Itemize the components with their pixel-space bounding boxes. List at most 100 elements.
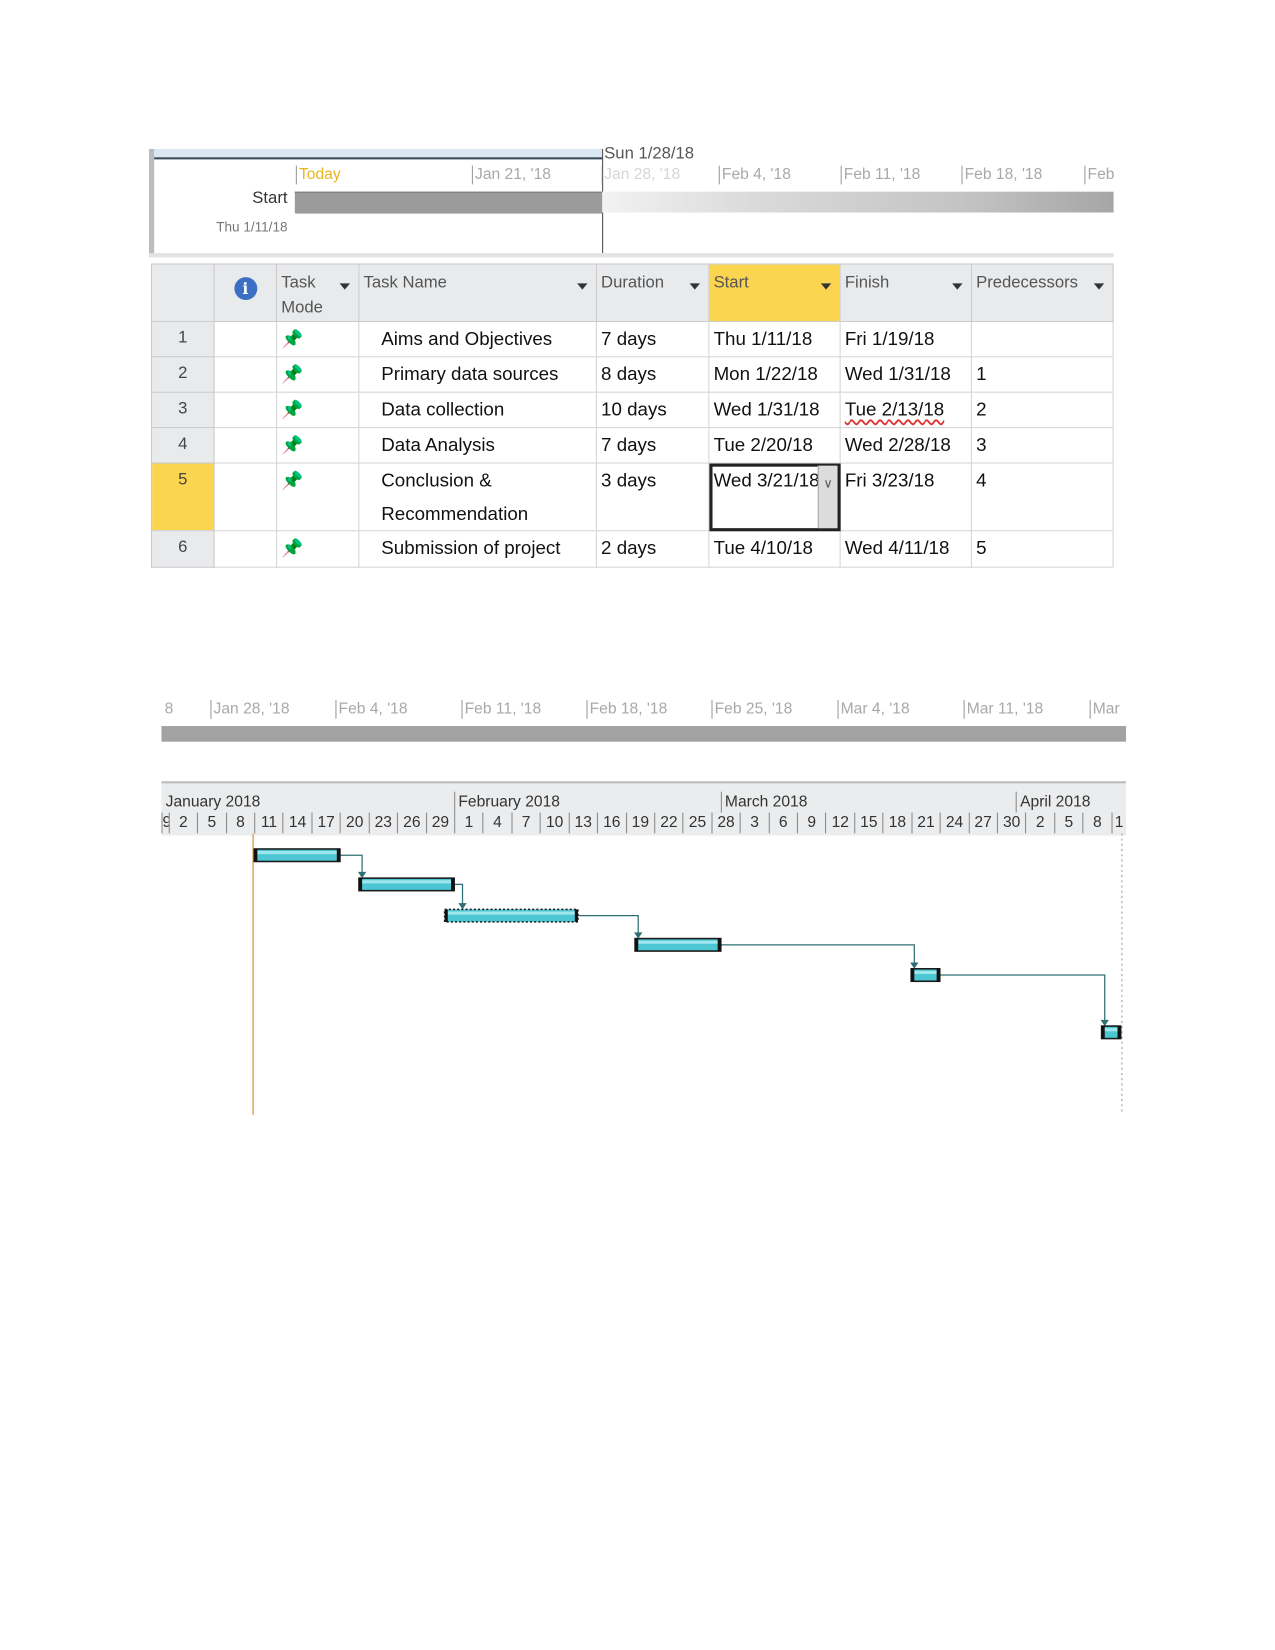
table-row[interactable]: 1 📌 Aims and Objectives 7 days Thu 1/11/18 Fr…	[151, 320, 1114, 358]
indicator-cell[interactable]	[213, 462, 278, 532]
day-tick: 4	[482, 812, 512, 834]
row-number[interactable]: 5	[151, 462, 215, 532]
task-name-cell[interactable]: Data collection	[358, 391, 597, 429]
task-bar[interactable]	[253, 848, 341, 863]
finish-cell[interactable]: Tue 2/13/18	[839, 391, 972, 429]
header-task-mode[interactable]: Task Mode	[276, 263, 360, 322]
task-name-cell[interactable]: Data Analysis	[358, 427, 597, 464]
dependency-arrow-icon	[634, 932, 643, 939]
predecessors-cell[interactable]: 5	[970, 530, 1114, 568]
predecessors-cell[interactable]	[970, 320, 1114, 358]
row-number[interactable]: 3	[151, 391, 215, 429]
finish-cell[interactable]: Wed 4/11/18	[839, 530, 972, 568]
dropdown-arrow-icon[interactable]	[820, 283, 832, 290]
header-indicators[interactable]: i	[213, 263, 278, 322]
table-row[interactable]: 2 📌 Primary data sources 8 days Mon 1/22/18 W…	[151, 356, 1114, 393]
start-cell[interactable]: Wed 3/21/18 ∨	[708, 462, 841, 532]
indicator-cell[interactable]	[213, 427, 278, 464]
table-row[interactable]: 3 📌 Data collection 10 days Wed 1/31/18 Tue 2…	[151, 391, 1114, 429]
table-row[interactable]: 6 📌 Submission of project 2 days Tue 4/10/18…	[151, 530, 1114, 568]
bar-start-cap	[1101, 1026, 1105, 1039]
task-mode-cell[interactable]: 📌	[276, 356, 360, 393]
timeline-tick: Feb 18, '18	[586, 700, 667, 719]
start-cell[interactable]: Tue 4/10/18	[708, 530, 841, 568]
predecessors-cell[interactable]: 2	[970, 391, 1114, 429]
header-task-name[interactable]: Task Name	[358, 263, 597, 322]
predecessors-cell[interactable]: 1	[970, 356, 1114, 393]
finish-cell[interactable]: Fri 3/23/18	[839, 462, 972, 532]
finish-cell[interactable]: Fri 1/19/18	[839, 320, 972, 358]
dropdown-arrow-icon[interactable]	[577, 283, 588, 290]
task-bar[interactable]	[443, 908, 579, 923]
timeline-tick: Mar 11, '18	[963, 700, 1043, 719]
dropdown-arrow-icon[interactable]	[339, 283, 351, 290]
row-number[interactable]: 4	[151, 427, 215, 464]
duration-cell[interactable]: 2 days	[595, 530, 710, 568]
bar-end-cap	[336, 848, 340, 862]
bar-end-cap	[574, 909, 578, 922]
duration-cell[interactable]: 7 days	[595, 320, 710, 358]
table-row[interactable]: 4 📌 Data Analysis 7 days Tue 2/20/18 Wed 2/28…	[151, 427, 1114, 464]
row-number[interactable]: 1	[151, 320, 215, 358]
header-predecessors[interactable]: Predecessors	[970, 263, 1114, 322]
date-picker-chevron-icon[interactable]: ∨	[817, 465, 838, 529]
start-cell[interactable]: Tue 2/20/18	[708, 427, 841, 464]
manual-pin-icon: 📌	[281, 470, 304, 491]
indicator-cell[interactable]	[213, 320, 278, 358]
task-bar[interactable]	[358, 877, 455, 892]
task-name-cell[interactable]: Primary data sources	[358, 356, 597, 393]
task-mode-cell[interactable]: 📌	[276, 391, 360, 429]
table-row[interactable]: 5 📌 Conclusion & Recommendation 3 days Wed 3/…	[151, 462, 1114, 532]
dropdown-arrow-icon[interactable]	[952, 283, 963, 290]
task-bar[interactable]	[910, 967, 941, 983]
bar-start-cap	[254, 848, 258, 862]
task-bar-highlight	[361, 880, 453, 884]
day-tick: 2	[168, 812, 198, 834]
header-duration[interactable]: Duration	[595, 263, 710, 322]
duration-cell[interactable]: 7 days	[595, 427, 710, 464]
timeline-scroll-band[interactable]	[154, 148, 603, 160]
start-cell[interactable]: Mon 1/22/18	[708, 356, 841, 393]
dependency-link[interactable]	[720, 944, 915, 966]
task-bar[interactable]	[634, 937, 722, 952]
task-mode-cell[interactable]: 📌	[276, 320, 360, 358]
task-name-cell[interactable]: Aims and Objectives	[358, 320, 597, 358]
dependency-arrow-icon	[1100, 1019, 1109, 1027]
dependency-link[interactable]	[454, 883, 464, 907]
project-view: Sun 1/28/18 Today Start Thu 1/11/18 i Ta…	[0, 0, 1275, 1650]
row-number[interactable]: 6	[151, 530, 215, 568]
indicator-cell[interactable]	[213, 356, 278, 393]
predecessors-cell[interactable]: 4	[970, 462, 1114, 532]
header-start[interactable]: Start	[708, 263, 841, 322]
dependency-link[interactable]	[577, 915, 639, 936]
task-bar-highlight	[913, 970, 938, 974]
start-cell[interactable]: Thu 1/11/18	[708, 320, 841, 358]
duration-cell[interactable]: 8 days	[595, 356, 710, 393]
indicator-cell[interactable]	[213, 530, 278, 568]
finish-cell[interactable]: Wed 1/31/18	[839, 356, 972, 393]
duration-cell[interactable]: 10 days	[595, 391, 710, 429]
indicator-cell[interactable]	[213, 391, 278, 429]
task-mode-cell[interactable]: 📌	[276, 530, 360, 568]
header-finish[interactable]: Finish	[839, 263, 972, 322]
bar-end-cap	[451, 878, 455, 891]
timeline-divider[interactable]	[148, 253, 1114, 258]
start-cell[interactable]: Wed 1/31/18	[708, 391, 841, 429]
finish-cell[interactable]: Wed 2/28/18	[839, 427, 972, 464]
dropdown-arrow-icon[interactable]	[1093, 283, 1105, 290]
dependency-link[interactable]	[939, 974, 1106, 1023]
month-label: February 2018	[454, 791, 721, 813]
timeline-tick: Feb 4, '18	[335, 700, 408, 719]
day-tick: 11	[254, 812, 283, 834]
day-tick: 10	[539, 812, 569, 834]
task-name-cell[interactable]: Submission of project	[358, 530, 597, 568]
task-bar-highlight	[256, 851, 338, 855]
task-name-cell[interactable]: Conclusion & Recommendation	[358, 462, 597, 532]
predecessors-cell[interactable]: 3	[970, 427, 1114, 464]
duration-cell[interactable]: 3 days	[595, 462, 710, 532]
row-number[interactable]: 2	[151, 356, 215, 393]
dropdown-arrow-icon[interactable]	[689, 283, 701, 290]
task-mode-cell[interactable]: 📌	[276, 462, 360, 532]
task-mode-cell[interactable]: 📌	[276, 427, 360, 464]
select-all-corner[interactable]	[151, 263, 215, 322]
